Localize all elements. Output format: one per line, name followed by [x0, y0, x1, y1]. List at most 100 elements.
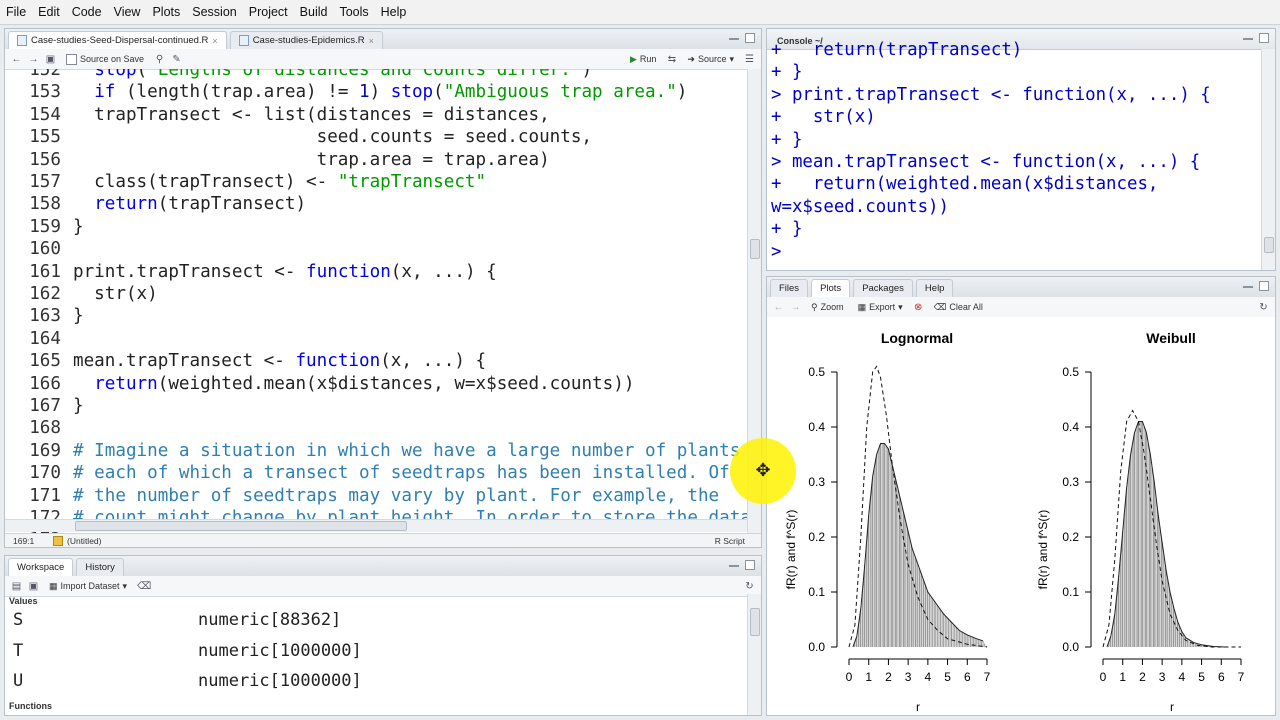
table-icon: ▦: [49, 580, 58, 591]
line-number: 153: [29, 82, 61, 103]
code-line[interactable]: 168: [5, 417, 73, 439]
source-button[interactable]: ➜ Source ▾: [683, 53, 738, 66]
menu-code[interactable]: Code: [66, 5, 108, 19]
menu-edit[interactable]: Edit: [32, 5, 66, 19]
clear-all-button[interactable]: ⌫ Clear All: [930, 301, 987, 314]
back-arrow-icon[interactable]: ←: [11, 54, 22, 65]
code-line[interactable]: 171 # the number of seedtraps may vary by…: [5, 485, 719, 507]
workspace-maximize-button[interactable]: [745, 560, 755, 570]
editor-statusbar: 169:1 (Untitled) R Script: [5, 533, 761, 547]
x-tick-label: 6: [964, 670, 971, 684]
code-line[interactable]: 154 trapTransect <- list(distances = dis…: [5, 104, 549, 126]
menu-tools[interactable]: Tools: [333, 5, 374, 19]
y-tick-label: 0.2: [808, 530, 825, 544]
save-workspace-icon[interactable]: ▣: [28, 581, 39, 592]
source-on-save-toggle[interactable]: Source on Save: [62, 53, 148, 66]
maximize-button[interactable]: [745, 33, 755, 43]
console-scroll-thumb[interactable]: [1264, 237, 1274, 253]
plots-maximize-button[interactable]: [1259, 281, 1269, 291]
plots-tab-0[interactable]: Files: [770, 279, 809, 297]
workspace-row[interactable]: Snumeric[88362]: [5, 606, 745, 636]
console-vertical-scrollbar[interactable]: [1261, 49, 1275, 270]
console-output[interactable]: + return(trapTransect) + } > print.trapTra…: [771, 39, 1257, 263]
next-plot-icon[interactable]: →: [790, 302, 801, 313]
r-file-icon: [238, 35, 249, 46]
menu-build[interactable]: Build: [294, 5, 334, 19]
plots-tabbar: Files Plots Packages Help: [767, 277, 1275, 298]
workspace-vertical-scrollbar[interactable]: [747, 594, 761, 715]
forward-arrow-icon[interactable]: →: [28, 54, 39, 65]
menu-plots[interactable]: Plots: [146, 5, 186, 19]
open-folder-icon[interactable]: ▤: [11, 581, 22, 592]
code-line[interactable]: 156 trap.area = trap.area): [5, 149, 549, 171]
plots-tab-2[interactable]: Packages: [853, 279, 913, 297]
chevron-down-icon: ▾: [122, 580, 128, 591]
editor-tab-1[interactable]: Case-studies-Epidemics.R ×: [229, 31, 383, 49]
code-line[interactable]: 170 # each of which a transect of seedtra…: [5, 462, 730, 484]
menu-help[interactable]: Help: [375, 5, 413, 19]
workspace-row[interactable]: Tnumeric[1000000]: [5, 637, 745, 667]
code-line[interactable]: 158 return(trapTransect): [5, 193, 306, 215]
code-line[interactable]: 152 stop("Lengths of distances and count…: [5, 69, 592, 81]
zoom-button[interactable]: ⚲ Zoom: [807, 301, 848, 314]
code-line[interactable]: 157 class(trapTransect) <- "trapTransect…: [5, 171, 486, 193]
prev-plot-icon[interactable]: ←: [773, 302, 784, 313]
code-line[interactable]: 161 print.trapTransect <- function(x, ...…: [5, 261, 497, 283]
workspace-minimize-button[interactable]: [729, 565, 739, 568]
workspace-scroll-thumb[interactable]: [750, 608, 760, 636]
code-text: }: [73, 396, 84, 416]
console-line: >: [771, 241, 792, 262]
remove-plot-icon[interactable]: ⊗: [913, 302, 924, 313]
code-text: }: [73, 306, 84, 327]
code-line[interactable]: 165 mean.trapTransect <- function(x, ...)…: [5, 350, 486, 372]
broom-icon[interactable]: ⌫: [137, 581, 151, 592]
export-button[interactable]: ▦ Export ▾: [854, 301, 907, 314]
run-button[interactable]: ▶ Run: [626, 53, 660, 66]
refresh-icon[interactable]: ↻: [744, 581, 755, 592]
menu-view[interactable]: View: [108, 5, 147, 19]
code-line[interactable]: 167}: [5, 395, 84, 417]
plots-tab-1[interactable]: Plots: [811, 279, 851, 297]
menu-project[interactable]: Project: [243, 5, 294, 19]
workspace-row[interactable]: Unumeric[1000000]: [5, 667, 745, 697]
code-line[interactable]: 163}: [5, 305, 84, 327]
clear-all-label: Clear All: [949, 302, 983, 312]
filetype-label[interactable]: R Script: [715, 536, 745, 546]
run-label: Run: [639, 54, 657, 64]
scope-label[interactable]: (Untitled): [67, 536, 101, 546]
plots-tab-label: Plots: [820, 283, 842, 294]
menu-session[interactable]: Session: [186, 5, 242, 19]
console-maximize-button[interactable]: [1259, 33, 1269, 43]
plots-tab-3[interactable]: Help: [915, 279, 954, 297]
code-editor[interactable]: 152 stop("Lengths of distances and count…: [5, 69, 747, 545]
minimize-button[interactable]: [729, 38, 739, 41]
rerun-icon[interactable]: ⇆: [666, 54, 677, 65]
checkbox-icon[interactable]: [66, 53, 77, 65]
save-icon[interactable]: ▣: [45, 54, 56, 65]
code-line[interactable]: 159}: [5, 216, 83, 238]
refresh-icon[interactable]: ↻: [1258, 302, 1269, 313]
wand-icon[interactable]: ✎: [171, 54, 182, 65]
plots-minimize-button[interactable]: [1243, 286, 1253, 289]
code-line[interactable]: 169 # Imagine a situation in which we hav…: [5, 440, 740, 462]
code-text: str(x): [73, 284, 158, 304]
search-icon[interactable]: ⚲: [154, 54, 165, 65]
editor-tab-0[interactable]: Case-studies-Seed-Dispersal-continued.R ×: [8, 31, 227, 49]
outline-icon[interactable]: ☰: [744, 54, 755, 65]
editor-horizontal-scrollbar[interactable]: [5, 519, 747, 532]
close-icon[interactable]: ×: [212, 36, 217, 46]
code-line[interactable]: 166 return(weighted.mean(x$distances, w=…: [5, 373, 634, 395]
y-tick-label: 0.0: [808, 640, 825, 654]
import-dataset-button[interactable]: ▦ Import Dataset ▾: [45, 580, 131, 593]
workspace-tab-1[interactable]: History: [76, 558, 124, 576]
code-line[interactable]: 155 seed.counts = seed.counts,: [5, 126, 592, 148]
code-line[interactable]: 153 if (length(trap.area) != 1) stop("Am…: [5, 81, 687, 103]
code-line[interactable]: 164: [5, 328, 73, 350]
editor-hscroll-thumb[interactable]: [75, 521, 407, 531]
code-line[interactable]: 162 str(x): [5, 283, 158, 305]
close-icon[interactable]: ×: [369, 36, 374, 46]
menu-file[interactable]: File: [0, 5, 32, 19]
editor-scroll-thumb[interactable]: [750, 239, 760, 259]
code-line[interactable]: 160: [5, 238, 73, 260]
workspace-tab-0[interactable]: Workspace: [8, 558, 74, 576]
